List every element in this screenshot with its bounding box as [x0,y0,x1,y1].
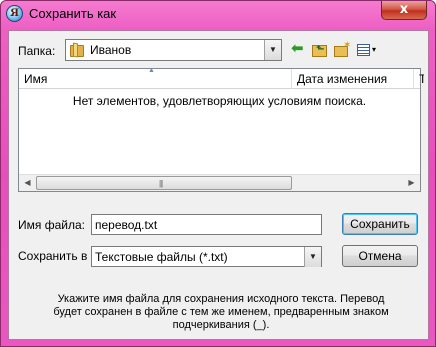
save-as-type-label: Сохранить в [18,249,88,263]
save-as-dialog: Я Сохранить как x Папка: Иванов ▼ ⬅ ⬑ ✶ … [0,0,436,347]
save-button[interactable]: Сохранить [342,213,418,235]
column-header-name[interactable]: ▲ Имя [19,67,292,89]
filename-input[interactable]: перевод.txt [91,214,322,235]
new-folder-icon[interactable]: ✶ [334,40,351,58]
filename-label: Имя файла: [18,218,85,232]
dialog-title: Сохранить как [29,6,117,21]
scroll-right-icon[interactable]: ▶ [403,175,420,191]
folder-icon [70,42,84,58]
dialog-body: Папка: Иванов ▼ ⬅ ⬑ ✶ ▾ ▲ Имя Дата измен… [8,30,429,340]
scrollbar-thumb[interactable]: ||| [36,176,292,190]
chevron-down-icon[interactable]: ▼ [304,247,321,267]
horizontal-scrollbar[interactable]: ◀ ||| ▶ [19,174,420,191]
hint-line: будет сохранен в файле с тем же именем, … [53,306,389,318]
cancel-button[interactable]: Отмена [342,245,418,267]
file-list[interactable]: ▲ Имя Дата изменения Т Нет элементов, уд… [18,67,424,192]
list-header: ▲ Имя Дата изменения Т [19,67,424,89]
sort-ascending-icon: ▲ [148,67,155,74]
hint-line: подчеркивания (_). [172,319,270,331]
save-as-type-value: Текстовые файлы (*.txt) [95,250,228,264]
title-bar[interactable]: Я Сохранить как x [1,1,435,27]
column-header-type[interactable]: Т [414,69,424,89]
column-header-date[interactable]: Дата изменения [292,69,414,89]
hint-line: Укажите имя файла для сохранения исходно… [57,293,385,305]
close-button[interactable]: x [381,1,427,20]
empty-list-message: Нет элементов, удовлетворяющих условиям … [72,94,367,108]
folder-value: Иванов [90,43,132,57]
back-arrow-icon[interactable]: ⬅ [291,41,307,58]
scroll-left-icon[interactable]: ◀ [19,175,36,191]
up-folder-icon[interactable]: ⬑ [312,42,328,58]
view-menu-icon[interactable]: ▾ [357,42,383,58]
scrollbar-grip: ||| [159,179,163,188]
save-as-type-select[interactable]: Текстовые файлы (*.txt) ▼ [91,246,322,267]
folder-combobox[interactable]: Иванов ▼ [65,39,282,61]
app-logo-icon: Я [6,5,23,22]
folder-label: Папка: [18,44,56,58]
chevron-down-icon[interactable]: ▼ [264,40,281,60]
hint-text: Укажите имя файла для сохранения исходно… [29,293,413,332]
